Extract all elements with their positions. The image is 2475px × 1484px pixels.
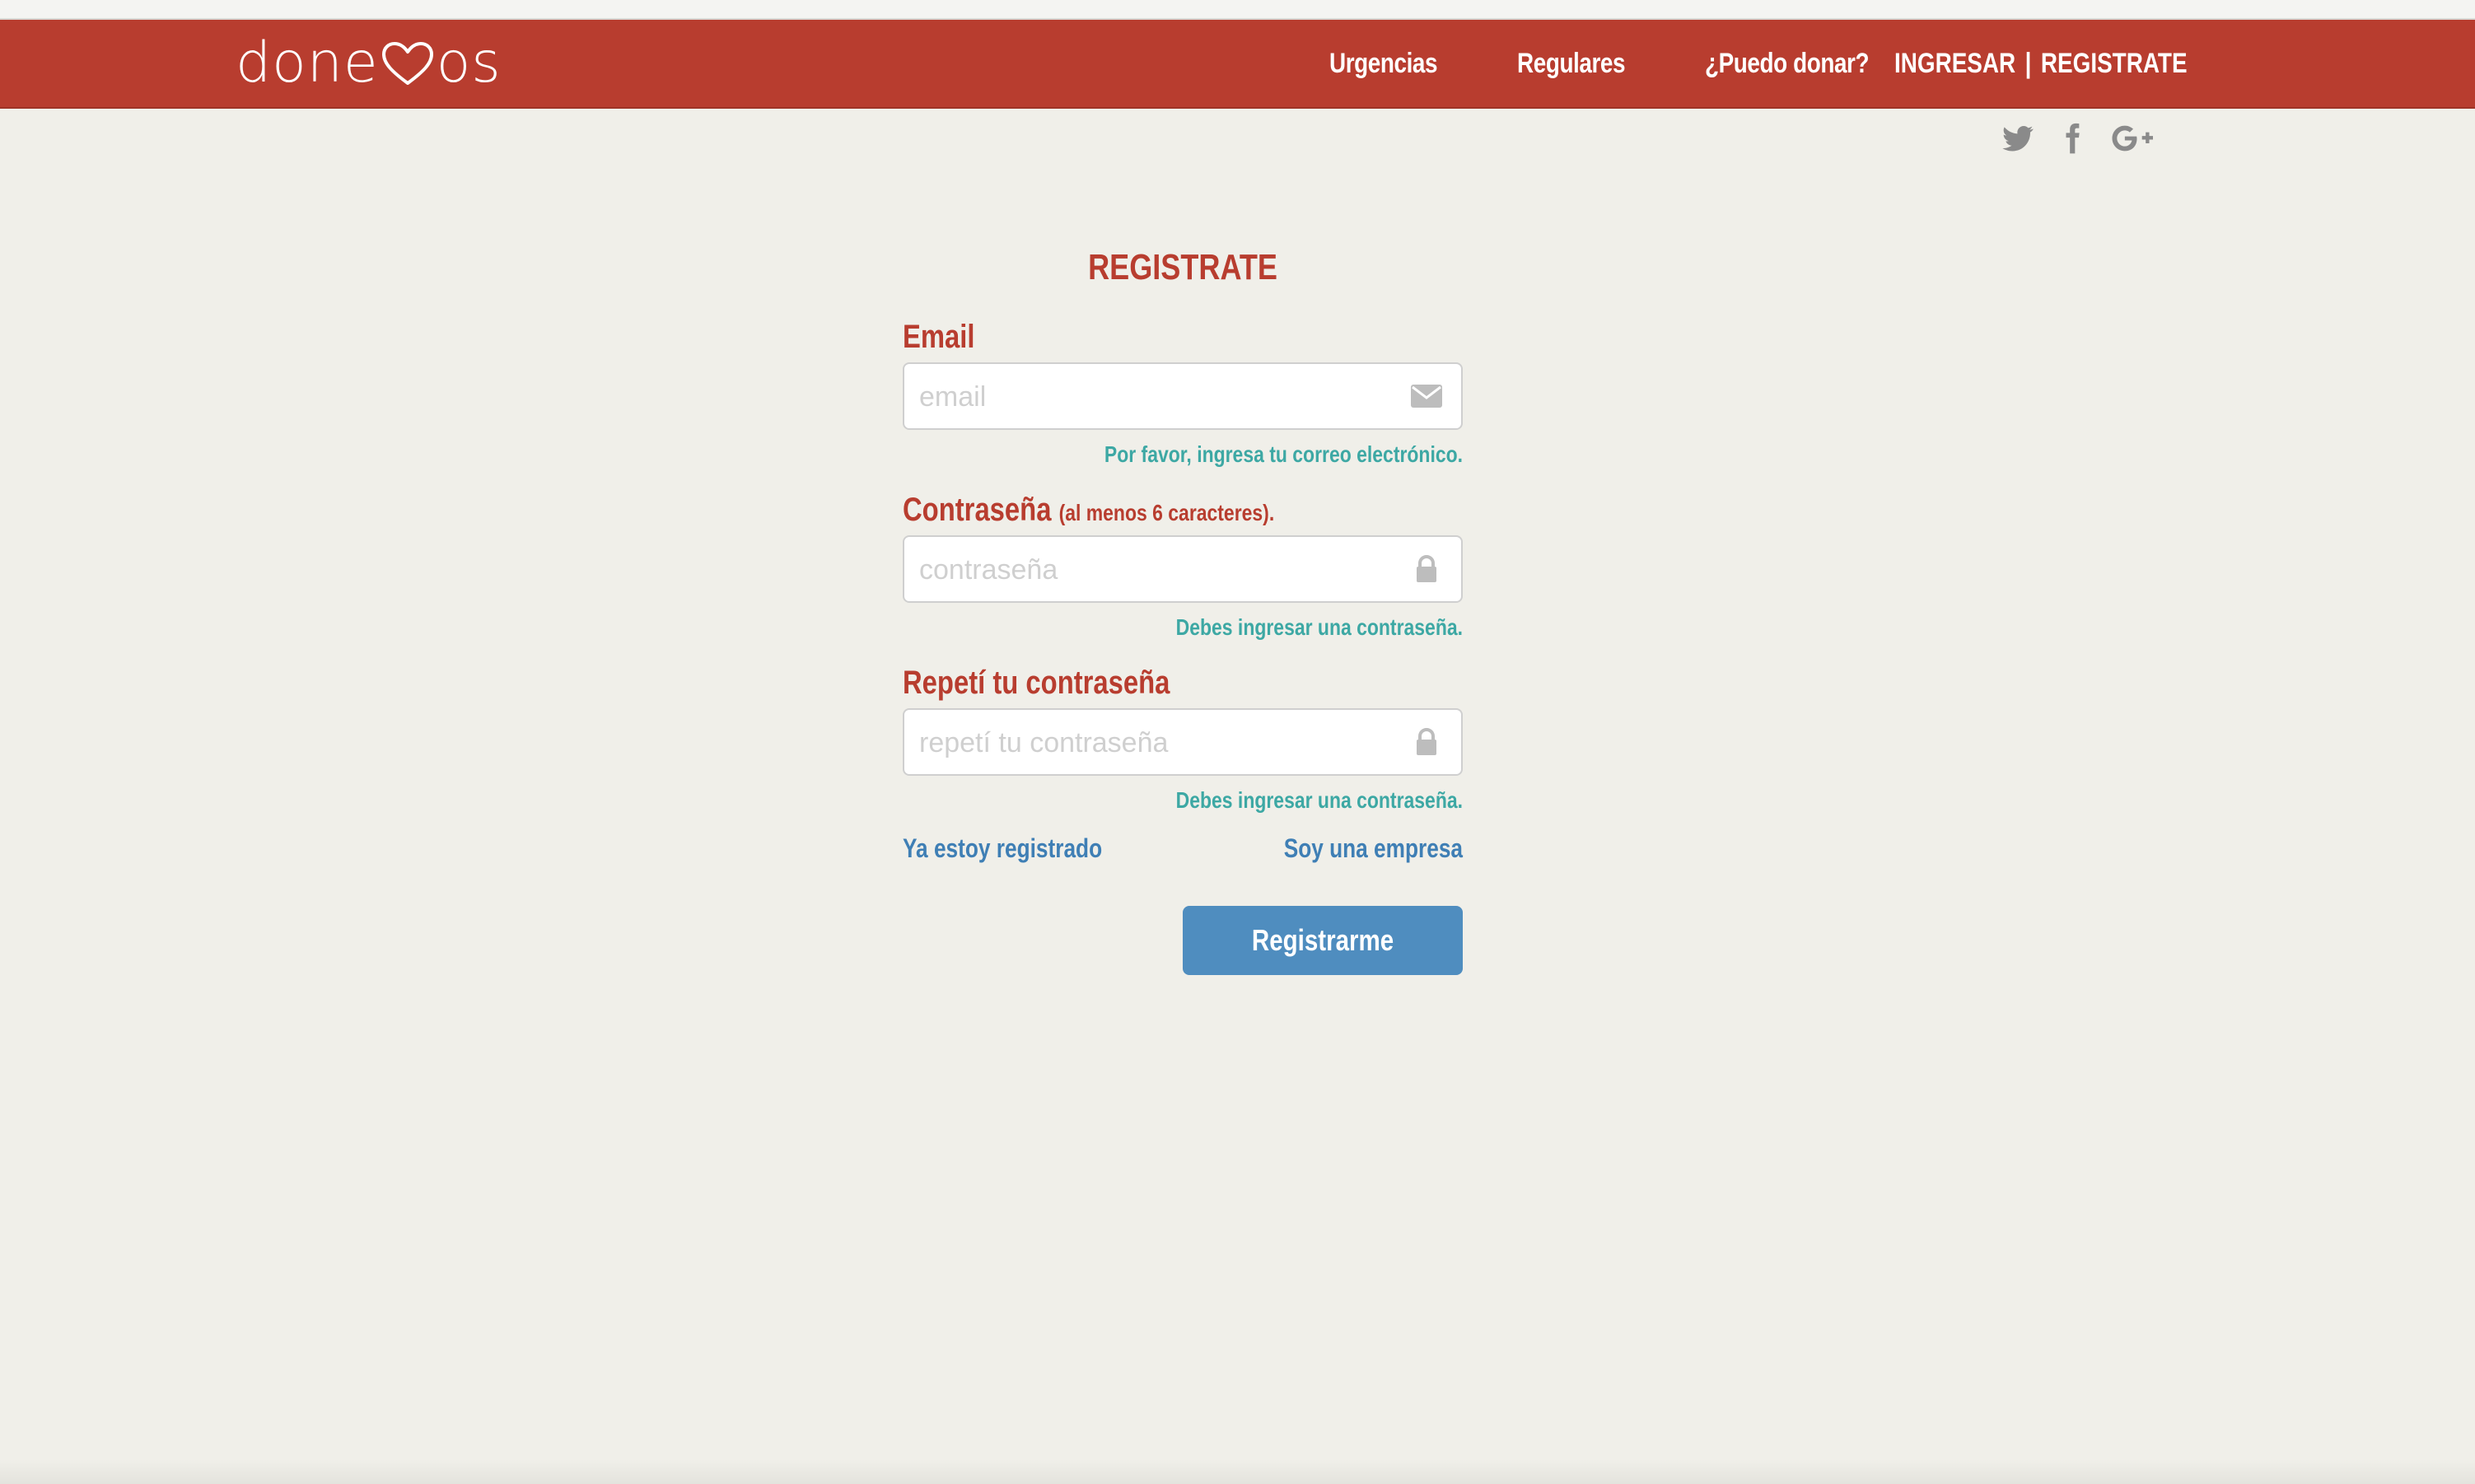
nav-regulares[interactable]: Regulares: [1517, 48, 1626, 80]
bottom-shadow: [0, 1459, 2475, 1484]
heart-icon: [381, 42, 433, 85]
password-repeat-label-text: Repetí tu contraseña: [903, 665, 1170, 701]
auth-links: INGRESAR | REGISTRATE: [1894, 20, 2188, 107]
email-label-text: Email: [903, 319, 975, 355]
register-button-label: Registrarme: [1251, 923, 1394, 957]
social-links: [2001, 122, 2155, 155]
envelope-icon: [1411, 385, 1442, 408]
password-repeat-label: Repetí tu contraseña: [903, 662, 1362, 703]
email-hint: Por favor, ingresa tu correo electrónico…: [1104, 441, 1463, 467]
register-form: REGISTRATE Email Por favor, ingresa tu c…: [903, 239, 1463, 975]
password-hint: Debes ingresar una contraseña.: [1175, 614, 1463, 640]
nav-urgencias[interactable]: Urgencias: [1329, 48, 1438, 80]
password-repeat-field[interactable]: [904, 710, 1415, 776]
logo[interactable]: done os: [236, 28, 502, 99]
logo-text-right: os: [436, 30, 502, 96]
logo-text-left: done: [236, 30, 379, 96]
navbar: done os Urgencias Regulares ¿Puedo donar…: [0, 20, 2475, 109]
email-field[interactable]: [904, 364, 1415, 430]
auth-separator: |: [2024, 47, 2032, 79]
password-label-note: (al menos 6 caracteres).: [1058, 500, 1275, 525]
password-field[interactable]: [904, 537, 1415, 603]
login-link[interactable]: INGRESAR: [1894, 48, 2015, 80]
lock-icon: [1417, 728, 1436, 755]
form-title: REGISTRATE: [1088, 247, 1277, 287]
form-links: Ya estoy registrado Soy una empresa: [903, 830, 1463, 866]
password-label-text: Contraseña: [903, 492, 1052, 528]
lock-icon: [1417, 555, 1436, 582]
company-link[interactable]: Soy una empresa: [1284, 830, 1463, 866]
nav-puedo-donar[interactable]: ¿Puedo donar?: [1705, 48, 1870, 80]
nav-links: Urgencias Regulares ¿Puedo donar?: [1329, 20, 1961, 107]
twitter-icon[interactable]: [2001, 122, 2034, 155]
register-button[interactable]: Registrarme: [1183, 906, 1463, 975]
google-plus-icon[interactable]: [2110, 122, 2155, 155]
register-link[interactable]: REGISTRATE: [2041, 48, 2188, 80]
browser-top-strip: [0, 0, 2475, 20]
password-field-wrapper: [903, 535, 1463, 603]
password-label: Contraseña (al menos 6 caracteres).: [903, 489, 1362, 530]
email-label: Email: [903, 316, 1362, 357]
already-registered-link[interactable]: Ya estoy registrado: [903, 830, 1102, 866]
submit-row: Registrarme: [903, 906, 1463, 975]
facebook-icon[interactable]: [2056, 122, 2089, 155]
password-repeat-field-wrapper: [903, 708, 1463, 776]
password-repeat-hint: Debes ingresar una contraseña.: [1175, 787, 1463, 813]
email-field-wrapper: [903, 362, 1463, 430]
